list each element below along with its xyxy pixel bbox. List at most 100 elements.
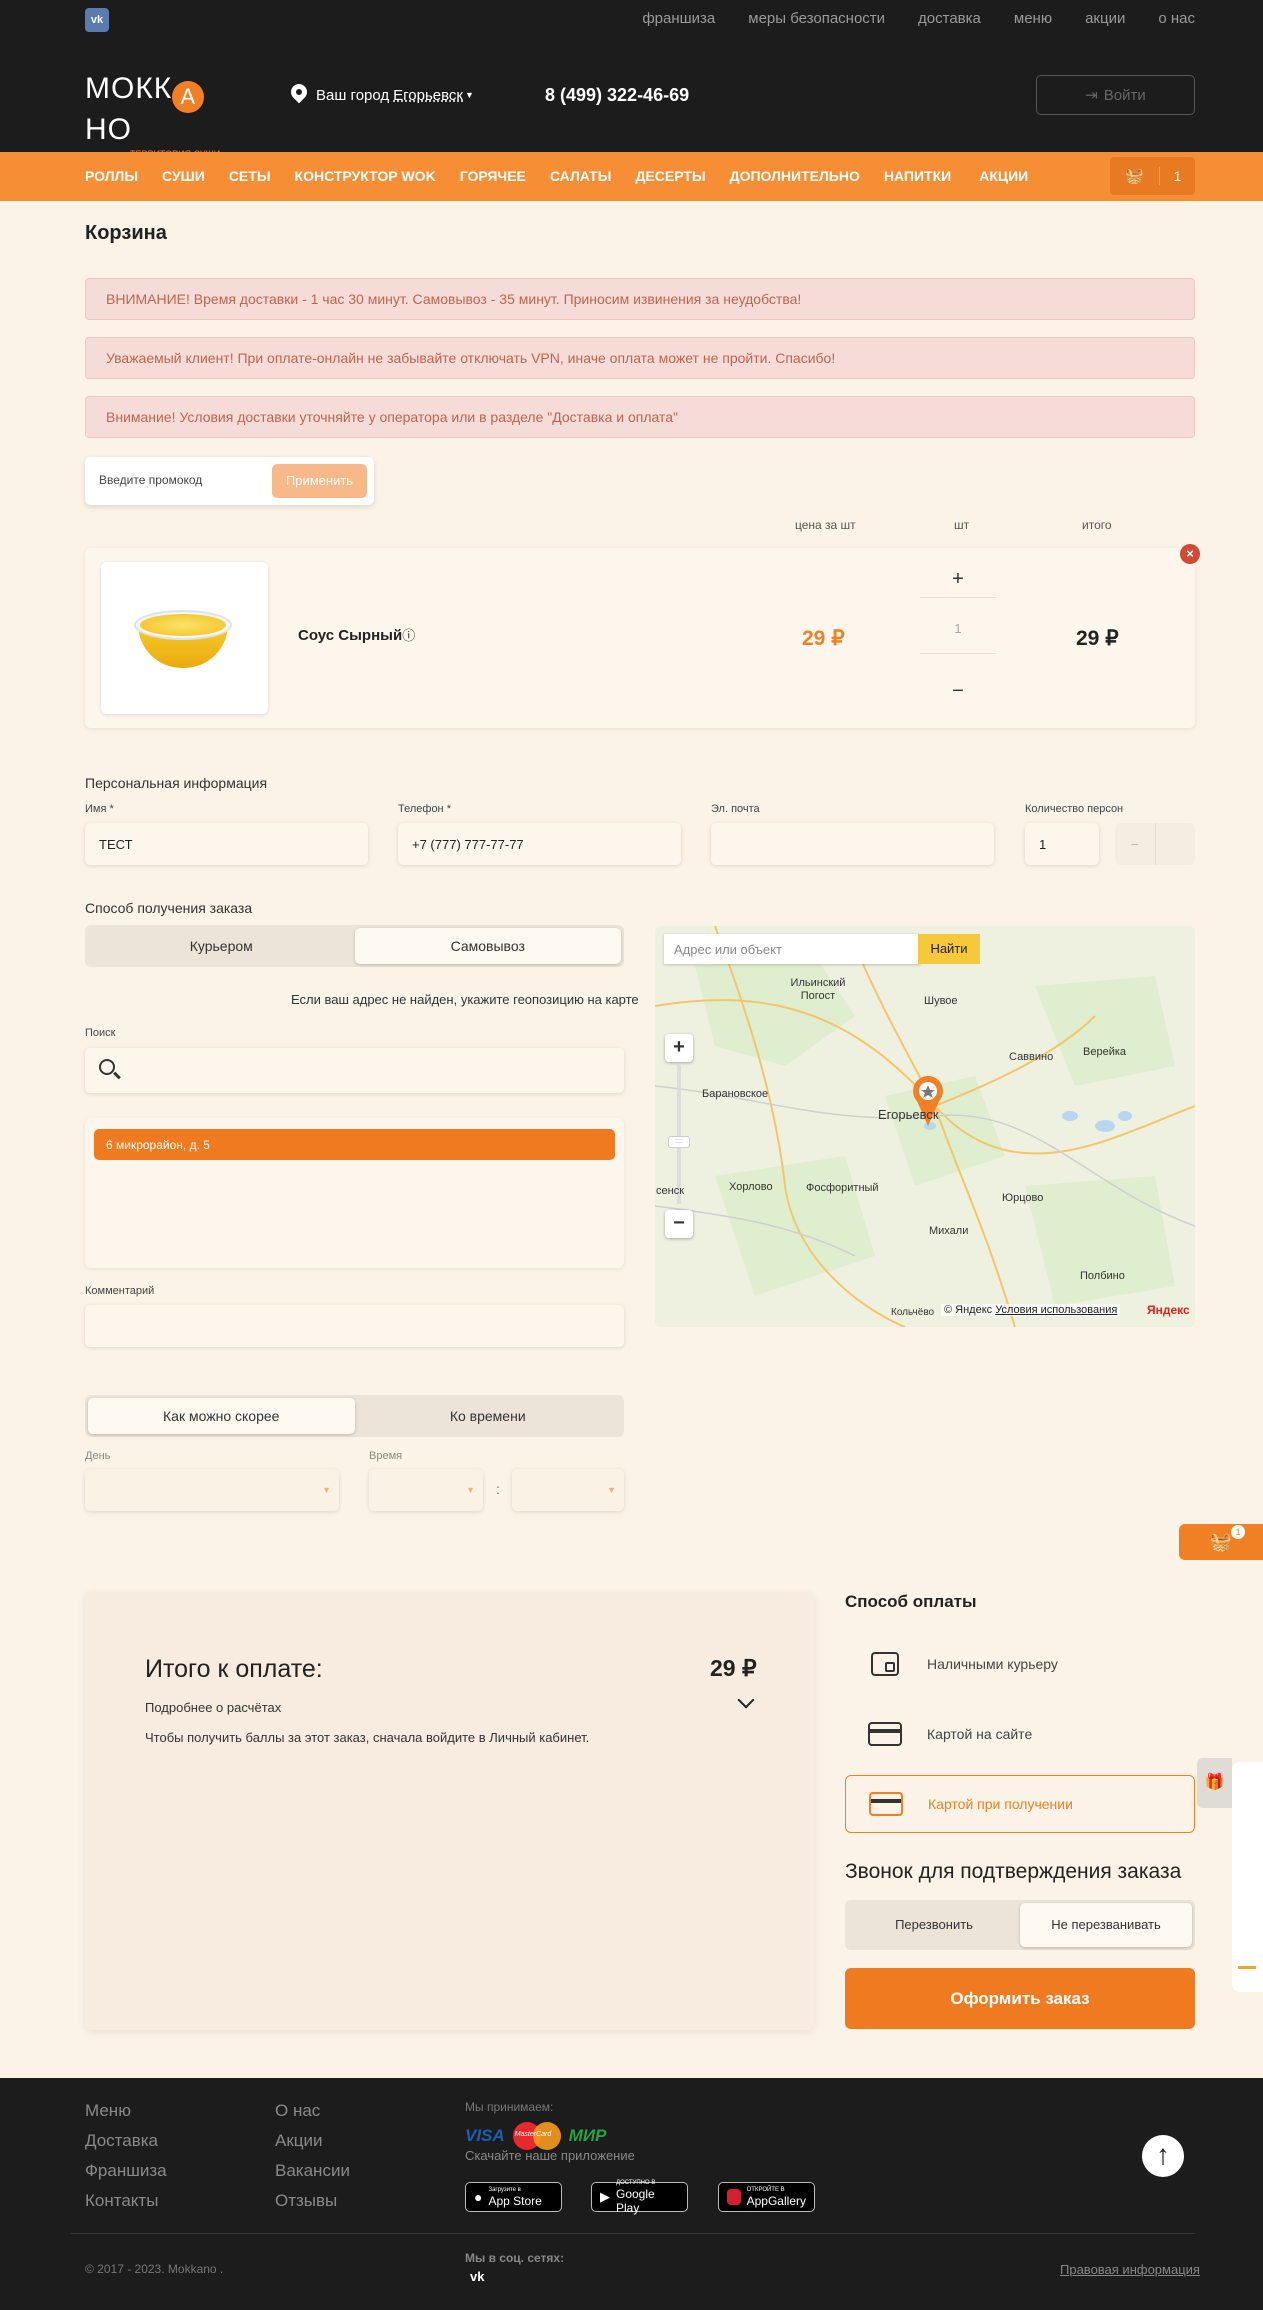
map-zoom-out-button[interactable]: − bbox=[665, 1210, 693, 1238]
promo-input[interactable]: Введите промокод bbox=[99, 473, 202, 487]
payment-online-option[interactable]: Картой на сайте bbox=[845, 1705, 1195, 1763]
map-search-input[interactable]: Адрес или объект bbox=[664, 934, 920, 964]
top-link-delivery[interactable]: доставка bbox=[918, 10, 981, 27]
payment-card-on-delivery-option[interactable]: Картой при получении bbox=[845, 1775, 1195, 1833]
delivery-method-heading: Способ получения заказа bbox=[85, 900, 253, 916]
floating-cart-button[interactable]: 🧺 bbox=[1179, 1524, 1263, 1560]
google-play-button[interactable]: ▶ ДОСТУПНО В Google Play bbox=[591, 2180, 688, 2215]
qty-plus-button[interactable]: + bbox=[920, 560, 996, 598]
map-terms-link[interactable]: Условия использования bbox=[995, 1304, 1117, 1316]
category-drinks[interactable]: НАПИТКИ bbox=[884, 168, 951, 184]
map-label: Хорлово bbox=[729, 1181, 773, 1193]
city-name[interactable]: Егорьевск bbox=[393, 87, 463, 104]
city-selector[interactable]: Ваш город Егорьевск ▼ bbox=[290, 84, 474, 106]
map-label: сенск bbox=[656, 1185, 685, 1197]
vk-icon[interactable]: vk bbox=[470, 2269, 484, 2284]
mir-logo: МИР bbox=[568, 2126, 607, 2145]
category-nav: РОЛЛЫ СУШИ СЕТЫ КОНСТРУКТОР WOK ГОРЯЧЕЕ … bbox=[0, 152, 1263, 201]
basket-icon: 🧺 bbox=[1110, 167, 1160, 185]
remove-item-button[interactable]: × bbox=[1180, 544, 1200, 564]
persons-minus-button[interactable]: − bbox=[1115, 823, 1156, 865]
footer-link-menu[interactable]: Меню bbox=[85, 2101, 131, 2121]
footer-link-reviews[interactable]: Отзывы bbox=[275, 2191, 337, 2211]
minute-select[interactable]: ▼ bbox=[512, 1469, 624, 1511]
no-call-option[interactable]: Не перезванивать bbox=[1020, 1903, 1192, 1947]
pickup-option[interactable]: Самовывоз bbox=[354, 928, 621, 964]
footer-link-jobs[interactable]: Вакансии bbox=[275, 2161, 350, 2181]
name-label: Имя * bbox=[85, 803, 114, 815]
vk-icon[interactable]: vk bbox=[85, 8, 109, 32]
map[interactable] bbox=[655, 926, 1195, 1327]
cart-count: 1 bbox=[1173, 168, 1182, 184]
geo-hint: Если ваш адрес не найден, укажите геопоз… bbox=[291, 992, 639, 1007]
footer-link-delivery[interactable]: Доставка bbox=[85, 2131, 158, 2151]
map-zoom-handle[interactable]: :::: bbox=[668, 1136, 690, 1148]
category-extra[interactable]: ДОПОЛНИТЕЛЬНО bbox=[730, 168, 860, 184]
footer-link-promos[interactable]: Акции bbox=[275, 2131, 323, 2151]
call-title: Звонок для подтверждения заказа bbox=[845, 1860, 1182, 1883]
day-select[interactable]: ▼ bbox=[85, 1469, 339, 1511]
product-name[interactable]: Соус Сырныйⓘ bbox=[298, 625, 415, 644]
top-link-promos[interactable]: акции bbox=[1085, 10, 1125, 27]
phone-field[interactable]: +7 (777) 777-77-77 bbox=[398, 823, 681, 865]
scroll-up-button[interactable]: ↑ bbox=[1142, 2135, 1184, 2177]
promo-apply-button[interactable]: Применить bbox=[272, 464, 367, 498]
category-sushi[interactable]: СУШИ bbox=[162, 168, 205, 184]
gift-icon[interactable]: 🎁 bbox=[1197, 1758, 1232, 1808]
scheduled-option[interactable]: Ко времени bbox=[355, 1398, 622, 1434]
top-link-menu[interactable]: меню bbox=[1014, 10, 1052, 27]
comment-label: Комментарий bbox=[85, 1285, 155, 1297]
category-rolls[interactable]: РОЛЛЫ bbox=[85, 168, 138, 184]
category-desserts[interactable]: ДЕСЕРТЫ bbox=[635, 168, 705, 184]
footer-link-about[interactable]: О нас bbox=[275, 2101, 320, 2121]
top-link-franchise[interactable]: франшиза bbox=[642, 10, 715, 27]
info-icon[interactable]: ⓘ bbox=[402, 628, 415, 643]
floating-cart-badge: 1 bbox=[1231, 1525, 1245, 1539]
footer-link-contacts[interactable]: Контакты bbox=[85, 2191, 158, 2211]
name-field[interactable]: ТЕСТ bbox=[85, 823, 368, 865]
category-sets[interactable]: СЕТЫ bbox=[229, 168, 271, 184]
map-label: Полбино bbox=[1080, 1270, 1125, 1282]
side-panel[interactable] bbox=[1232, 1762, 1263, 1992]
download-label: Скачайте наше приложение bbox=[465, 2148, 635, 2163]
comment-field[interactable] bbox=[85, 1305, 624, 1347]
alert-delivery-time: ВНИМАНИЕ! Время доставки - 1 час 30 мину… bbox=[85, 278, 1195, 320]
map-zoom-slider[interactable] bbox=[677, 1064, 681, 1204]
footer-link-franchise[interactable]: Франшиза bbox=[85, 2161, 167, 2181]
top-link-about[interactable]: о нас bbox=[1158, 10, 1195, 27]
legal-link[interactable]: Правовая информация bbox=[1060, 2262, 1200, 2277]
category-salads[interactable]: САЛАТЫ bbox=[550, 168, 612, 184]
place-order-button[interactable]: Оформить заказ bbox=[845, 1968, 1195, 2029]
email-field[interactable] bbox=[711, 823, 994, 865]
courier-option[interactable]: Курьером bbox=[88, 928, 355, 964]
header-cart-button[interactable]: 🧺 1 bbox=[1110, 157, 1195, 195]
mastercard-logo: MasterCard bbox=[512, 2122, 561, 2150]
qty-minus-button[interactable]: − bbox=[920, 672, 996, 710]
category-hot[interactable]: ГОРЯЧЕЕ bbox=[460, 168, 526, 184]
logo[interactable]: МОККАНО ТЕРРИТОРИЯ СУШИ bbox=[85, 72, 250, 159]
asap-option[interactable]: Как можно скорее bbox=[88, 1398, 355, 1434]
qty-value[interactable]: 1 bbox=[920, 604, 996, 654]
address-search-input[interactable] bbox=[85, 1048, 624, 1093]
category-promos[interactable]: АКЦИИ bbox=[979, 168, 1028, 184]
map-label: Егорьевск bbox=[878, 1107, 939, 1122]
app-store-button[interactable]: ● Загрузите в App Store bbox=[465, 2182, 562, 2212]
app-gallery-button[interactable]: ОТКРОЙТЕ В AppGallery bbox=[718, 2182, 815, 2212]
payment-cash-option[interactable]: Наличными курьеру bbox=[845, 1635, 1195, 1693]
persons-plus-button[interactable] bbox=[1156, 823, 1196, 865]
address-item-selected[interactable]: 6 микрорайон, д. 5 bbox=[94, 1129, 615, 1160]
apple-icon: ● bbox=[474, 2189, 483, 2205]
top-link-safety[interactable]: меры безопасности bbox=[748, 10, 885, 27]
payment-title: Способ оплаты bbox=[845, 1592, 977, 1611]
call-back-option[interactable]: Перезвонить bbox=[848, 1903, 1020, 1947]
hour-select[interactable]: ▼ bbox=[369, 1469, 483, 1511]
yandex-logo: Яндекс bbox=[1147, 1303, 1190, 1317]
map-label: Кольчёво bbox=[891, 1307, 935, 1318]
summary-details-link[interactable]: Подробнее о расчётах bbox=[145, 1700, 281, 1715]
persons-field[interactable]: 1 bbox=[1025, 823, 1099, 865]
phone-number[interactable]: 8 (499) 322-46-69 bbox=[545, 85, 689, 106]
login-button[interactable]: ⇥ Войти bbox=[1036, 75, 1195, 115]
map-zoom-in-button[interactable]: + bbox=[665, 1034, 693, 1062]
category-wok[interactable]: КОНСТРУКТОР WOK bbox=[295, 168, 436, 184]
map-find-button[interactable]: Найти bbox=[918, 934, 980, 964]
